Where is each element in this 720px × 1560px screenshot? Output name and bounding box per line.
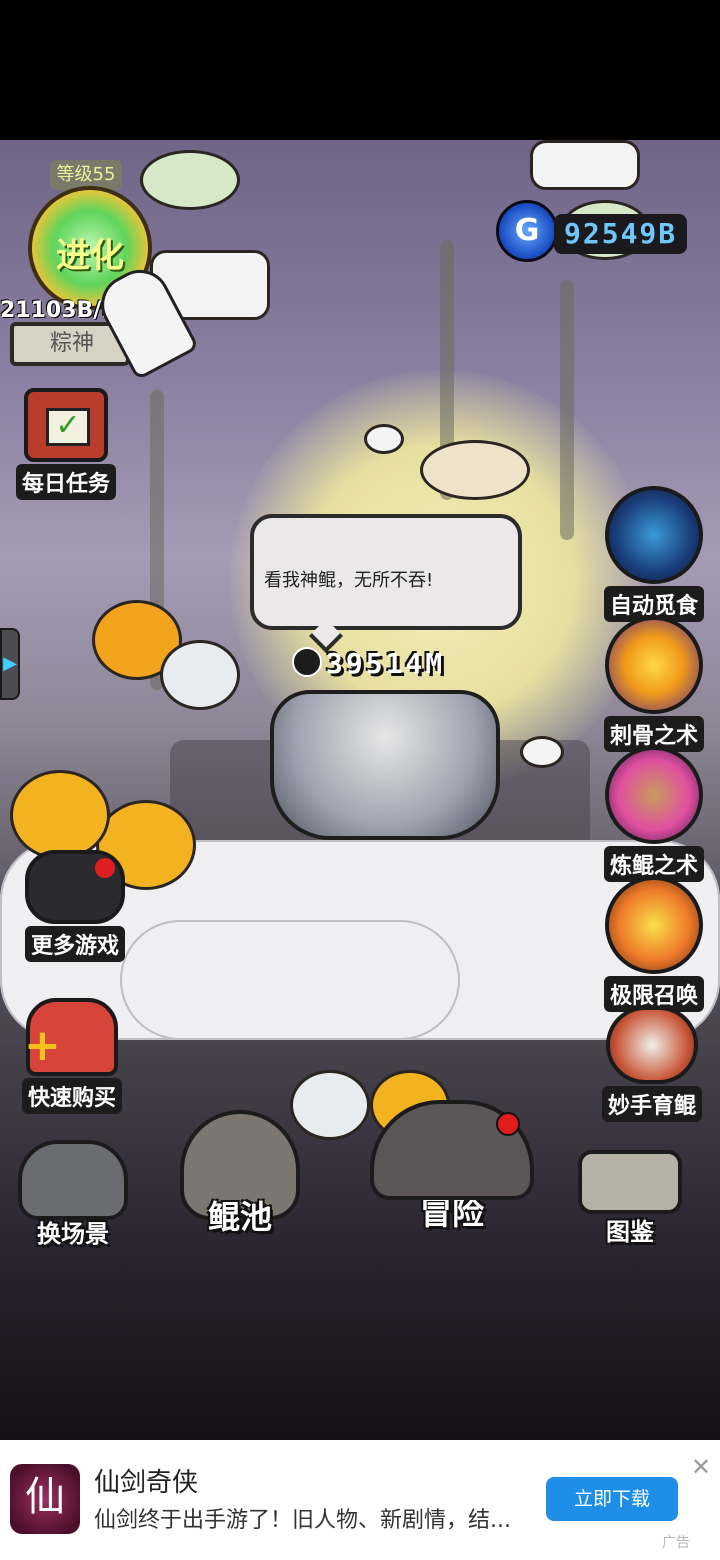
ad-download-button[interactable]: 立即下载 [546, 1477, 678, 1521]
auto-forage-button[interactable]: 自动觅食 [598, 486, 710, 622]
quick-buy-button[interactable]: + 快速购买 [12, 998, 132, 1114]
refine-art-button[interactable]: 炼鲲之术 [598, 746, 710, 882]
plus-icon: + [24, 1020, 61, 1071]
notification-dot [95, 858, 115, 878]
ad-description[interactable]: 仙剑终于出手游了！旧人物、新剧情，结... [94, 1502, 542, 1534]
ad-banner[interactable]: 仙 仙剑奇侠 仙剑终于出手游了！旧人物、新剧情，结... 立即下载 ✕ [0, 1440, 720, 1560]
checkmark-icon: ✓ [46, 408, 90, 446]
white-fish [520, 736, 564, 768]
close-icon[interactable]: ✕ [688, 1454, 714, 1480]
speech-bubble: 看我神鲲，无所不吞! [250, 514, 522, 653]
notification-dot [496, 1112, 520, 1136]
bird-creature [160, 640, 240, 710]
ad-logo[interactable]: 仙 [10, 1464, 80, 1534]
seaweed [560, 280, 574, 540]
red-monster-icon: + [24, 998, 118, 1076]
white-fish [364, 424, 404, 454]
codex-label: 图鉴 [606, 1218, 654, 1246]
adventure-button[interactable]: 冒险 [362, 1100, 542, 1234]
gamepad-icon [25, 850, 125, 924]
spine-art-button[interactable]: 刺骨之术 [598, 616, 710, 752]
fish-plate-icon [606, 1006, 698, 1084]
currency-display: G 92549B [496, 200, 718, 266]
ultimate-summon-button[interactable]: 极限召唤 [598, 876, 710, 1012]
codex-button[interactable]: 图鉴 [560, 1150, 700, 1247]
bottom-navigation: 换场景 鲲池 冒险 图鉴 [0, 1100, 720, 1260]
cloud [120, 920, 460, 1040]
skull-sunglasses-icon [370, 1100, 534, 1200]
size-icon [292, 647, 322, 677]
scroll-icon [578, 1150, 682, 1214]
diver-fish-icon [605, 486, 703, 584]
speech-text: 看我神鲲，无所不吞! [264, 570, 434, 591]
expand-arrow-icon[interactable]: ▶ [0, 628, 20, 700]
more-games-label: 更多游戏 [24, 926, 125, 962]
mystery-box-icon [605, 746, 703, 844]
kun-size-indicator: 39514M [284, 642, 453, 686]
daily-task-button[interactable]: ✓ 每日任务 [14, 388, 118, 500]
currency-value: 92549B [554, 214, 688, 254]
fish-bone-icon [605, 616, 703, 714]
refresh-scene-icon [18, 1140, 128, 1220]
change-scene-label: 换场景 [37, 1220, 109, 1248]
kun-pool-button[interactable]: 鲲池 [170, 1110, 310, 1238]
summon-fish-icon [605, 876, 703, 974]
kun-size-value: 39514M [326, 647, 446, 680]
scroll-check-icon: ✓ [24, 388, 108, 462]
kun-character[interactable] [270, 690, 500, 840]
status-bar-area [0, 0, 720, 140]
kun-pool-label: 鲲池 [207, 1198, 272, 1236]
bamboo-creature [140, 150, 240, 210]
ad-tag: 广告 [662, 1535, 690, 1551]
evolve-label: 进化 [56, 236, 124, 276]
pig-creature [10, 770, 110, 860]
dumpling-basket [530, 140, 640, 190]
daily-task-label: 每日任务 [15, 464, 116, 500]
currency-icon: G [496, 200, 558, 262]
bamboo-creature [420, 440, 530, 500]
more-games-button[interactable]: 更多游戏 [16, 850, 134, 962]
change-scene-button[interactable]: 换场景 [8, 1140, 138, 1249]
ad-title[interactable]: 仙剑奇侠 [94, 1462, 198, 1499]
